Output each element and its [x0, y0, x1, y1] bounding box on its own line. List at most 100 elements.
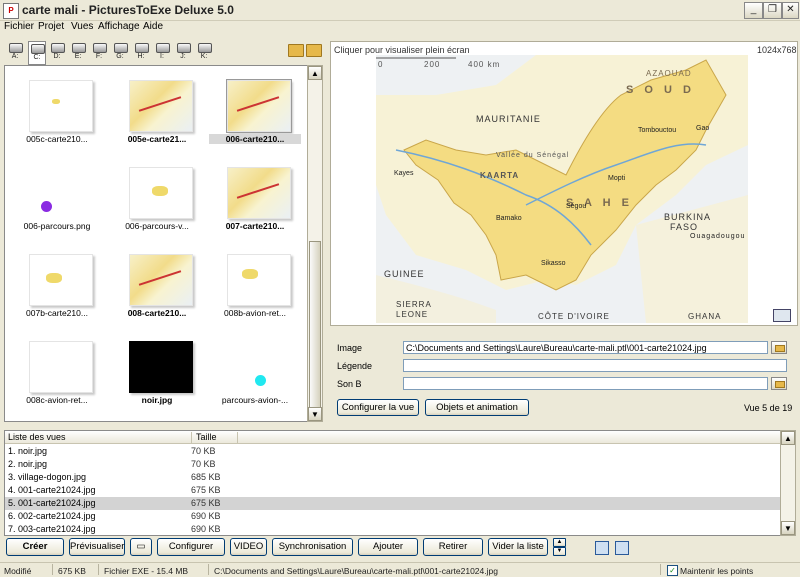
minimize-button[interactable]: _ — [744, 2, 763, 19]
browse-sound-icon[interactable] — [771, 377, 787, 390]
map-country-label: MAURITANIE — [476, 114, 541, 124]
map-city-label: Mopti — [608, 175, 626, 182]
app-icon[interactable]: P — [3, 3, 19, 19]
thumbnail-image — [29, 167, 91, 217]
thumbnail-item[interactable]: 008b-avion-ret... — [209, 244, 301, 330]
list-row[interactable]: 3. village-dogon.jpg 685 KB — [5, 471, 781, 484]
list-row[interactable]: 1. noir.jpg 70 KB — [5, 445, 781, 458]
slide-list[interactable]: Liste des vues Taille 1. noir.jpg 70 KB 2… — [4, 430, 782, 536]
thumbnail-item[interactable]: noir.jpg — [111, 331, 203, 417]
column-header-size[interactable]: Taille — [191, 432, 217, 443]
thumbnail-item[interactable]: 005e-carte21... — [111, 70, 203, 156]
thumbnail-label: 007-carte210... — [225, 221, 285, 231]
scroll-down-arrow-icon[interactable]: ▼ — [781, 521, 795, 535]
sound-label: Son B — [337, 379, 362, 389]
thumbnail-image — [129, 254, 193, 306]
column-header-name[interactable]: Liste des vues — [8, 432, 66, 442]
move-up-arrow-icon[interactable]: ▲ — [553, 538, 566, 547]
map-city-label: Tombouctou — [638, 127, 677, 134]
drive-icon — [31, 44, 45, 54]
drive-j[interactable]: J: — [175, 41, 191, 63]
scroll-down-arrow-icon[interactable]: ▼ — [308, 407, 322, 421]
drive-f[interactable]: F: — [91, 41, 107, 63]
drive-i[interactable]: I: — [154, 41, 170, 63]
clear-list-button[interactable]: Vider la liste — [488, 538, 548, 556]
thumbnail-image — [129, 167, 193, 219]
drive-icon — [135, 43, 149, 53]
configure-button[interactable]: Configurer — [157, 538, 225, 556]
fullscreen-preview-button[interactable]: ▭ — [130, 538, 152, 556]
thumbnail-item[interactable]: 007b-carte210... — [11, 244, 103, 330]
thumbnail-item[interactable]: parcours-avion-... — [209, 331, 301, 417]
drive-e[interactable]: E: — [70, 41, 86, 63]
thumbnail-label: parcours-avion-... — [221, 395, 289, 405]
list-scrollbar[interactable]: ▲ ▼ — [780, 430, 796, 536]
drive-c[interactable]: C: — [28, 41, 46, 65]
drive-g[interactable]: G: — [112, 41, 128, 63]
drive-h[interactable]: H: — [133, 41, 149, 63]
map-city-label: Kayes — [394, 170, 414, 177]
map-country-label: GHANA — [688, 312, 722, 321]
thumbnail-item[interactable]: 005c-carte210... — [11, 70, 103, 156]
list-row[interactable]: 4. 001-carte21024.jpg 675 KB — [5, 484, 781, 497]
list-row[interactable]: 7. 003-carte21024.jpg 690 KB — [5, 523, 781, 535]
purple-dot — [41, 201, 52, 212]
properties-icon[interactable] — [615, 541, 629, 555]
thumbnail-image — [227, 341, 289, 391]
create-button[interactable]: Créer — [6, 538, 64, 556]
menu-projet[interactable]: Projet — [38, 21, 64, 32]
thumbnail-browser[interactable]: 005c-carte210... 005e-carte21... 006-car… — [4, 65, 309, 422]
new-folder-icon[interactable] — [306, 44, 322, 57]
cyan-dot — [255, 375, 266, 386]
thumbnail-item[interactable]: 006-parcours-v... — [111, 157, 203, 243]
thumbnail-label: 006-carte210... — [209, 134, 301, 144]
menu-affichage[interactable]: Affichage — [98, 21, 140, 32]
open-folder-icon[interactable] — [288, 44, 304, 57]
drive-a[interactable]: A: — [7, 41, 23, 63]
list-row[interactable]: 6. 002-carte21024.jpg 690 KB — [5, 510, 781, 523]
maximize-button[interactable]: ❐ — [763, 2, 782, 19]
scroll-up-arrow-icon[interactable]: ▲ — [308, 66, 322, 80]
thumbnail-image — [227, 254, 291, 306]
objects-animation-button[interactable]: Objets et animation — [425, 399, 529, 416]
preview-map-image[interactable]: 0 200 400 km S O U D AZAOUAD MAURITANIE … — [376, 55, 748, 323]
synchronisation-button[interactable]: Synchronisation — [272, 538, 353, 556]
fullscreen-icon[interactable] — [773, 309, 791, 322]
menu-vues[interactable]: Vues — [71, 21, 93, 32]
drive-icon — [72, 43, 86, 53]
menu-fichier[interactable]: Fichier — [4, 21, 34, 32]
move-down-arrow-icon[interactable]: ▼ — [553, 547, 566, 556]
preview-button[interactable]: Prévisualiser — [69, 538, 125, 556]
map-country-label: SIERRA — [396, 300, 432, 309]
thumbnail-item[interactable]: 006-parcours.png — [11, 157, 103, 243]
thumbnail-item-selected[interactable]: 006-carte210... — [209, 70, 301, 156]
drive-k[interactable]: K: — [196, 41, 212, 63]
list-row-selected[interactable]: 5. 001-carte21024.jpg 675 KB — [5, 497, 781, 510]
drive-icon — [198, 43, 212, 53]
map-city-label: Bamako — [496, 215, 522, 222]
copy-icon[interactable] — [595, 541, 609, 555]
drive-d[interactable]: D: — [49, 41, 65, 63]
browse-image-icon[interactable] — [771, 341, 787, 354]
configure-view-button[interactable]: Configurer la vue — [337, 399, 419, 416]
sound-field[interactable] — [403, 377, 768, 390]
thumbnail-scrollbar[interactable]: ▲ ▼ — [307, 65, 323, 422]
menu-aide[interactable]: Aide — [143, 21, 163, 32]
close-button[interactable]: ✕ — [782, 2, 799, 19]
map-city-label: Ouagadougou — [690, 233, 746, 240]
add-button[interactable]: Ajouter — [358, 538, 418, 556]
thumbnail-item[interactable]: 008c-avion-ret... — [11, 331, 103, 417]
legende-field[interactable] — [403, 359, 787, 372]
thumbnail-label: noir.jpg — [141, 395, 173, 405]
scrollbar-thumb[interactable] — [309, 241, 321, 411]
thumbnail-item[interactable]: 007-carte210... — [209, 157, 301, 243]
image-path-field[interactable]: C:\Documents and Settings\Laure\Bureau\c… — [403, 341, 768, 354]
list-row[interactable]: 2. noir.jpg 70 KB — [5, 458, 781, 471]
map-country-label: BURKINA — [664, 212, 712, 222]
thumbnail-item[interactable]: 008-carte210... — [111, 244, 203, 330]
keep-points-checkbox[interactable]: ✓ — [667, 565, 678, 576]
video-button[interactable]: VIDEO — [230, 538, 267, 556]
remove-button[interactable]: Retirer — [423, 538, 483, 556]
scroll-up-arrow-icon[interactable]: ▲ — [781, 431, 795, 445]
keep-points-label: Maintenir les points — [680, 566, 754, 576]
